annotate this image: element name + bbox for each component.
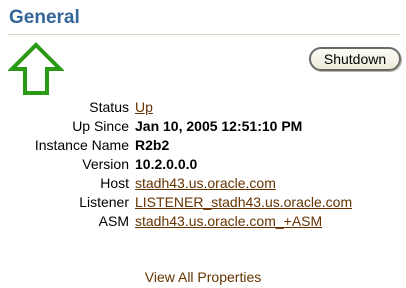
up-since-value: Jan 10, 2005 12:51:10 PM: [135, 118, 303, 134]
view-all-properties-link[interactable]: View All Properties: [0, 268, 406, 286]
property-row-up-since: Up Since Jan 10, 2005 12:51:10 PM: [0, 117, 406, 136]
property-row-instance-name: Instance Name R2b2: [0, 136, 406, 155]
version-label: Version: [82, 156, 129, 172]
host-link[interactable]: stadh43.us.oracle.com: [135, 174, 276, 193]
properties-list: Status Up Up Since Jan 10, 2005 12:51:10…: [0, 98, 406, 231]
instance-name-value: R2b2: [135, 137, 170, 153]
property-row-listener: Listener LISTENER_stadh43.us.oracle.com: [0, 193, 406, 212]
asm-link[interactable]: stadh43.us.oracle.com_+ASM: [135, 212, 322, 231]
instance-name-label: Instance Name: [34, 137, 129, 153]
asm-label: ASM: [98, 213, 129, 229]
up-arrow-icon: [8, 42, 64, 95]
listener-label: Listener: [79, 194, 129, 210]
up-since-label: Up Since: [72, 118, 129, 134]
property-row-status: Status Up: [0, 98, 406, 117]
listener-link[interactable]: LISTENER_stadh43.us.oracle.com: [135, 193, 352, 212]
status-label: Status: [89, 99, 129, 115]
status-link[interactable]: Up: [135, 98, 153, 117]
shutdown-button[interactable]: Shutdown: [309, 47, 401, 71]
property-row-asm: ASM stadh43.us.oracle.com_+ASM: [0, 212, 406, 231]
version-value: 10.2.0.0.0: [135, 156, 198, 172]
property-row-host: Host stadh43.us.oracle.com: [0, 174, 406, 193]
host-label: Host: [100, 175, 129, 191]
property-row-version: Version 10.2.0.0.0: [0, 155, 406, 174]
title-divider: [8, 34, 400, 35]
section-title: General: [9, 7, 80, 28]
